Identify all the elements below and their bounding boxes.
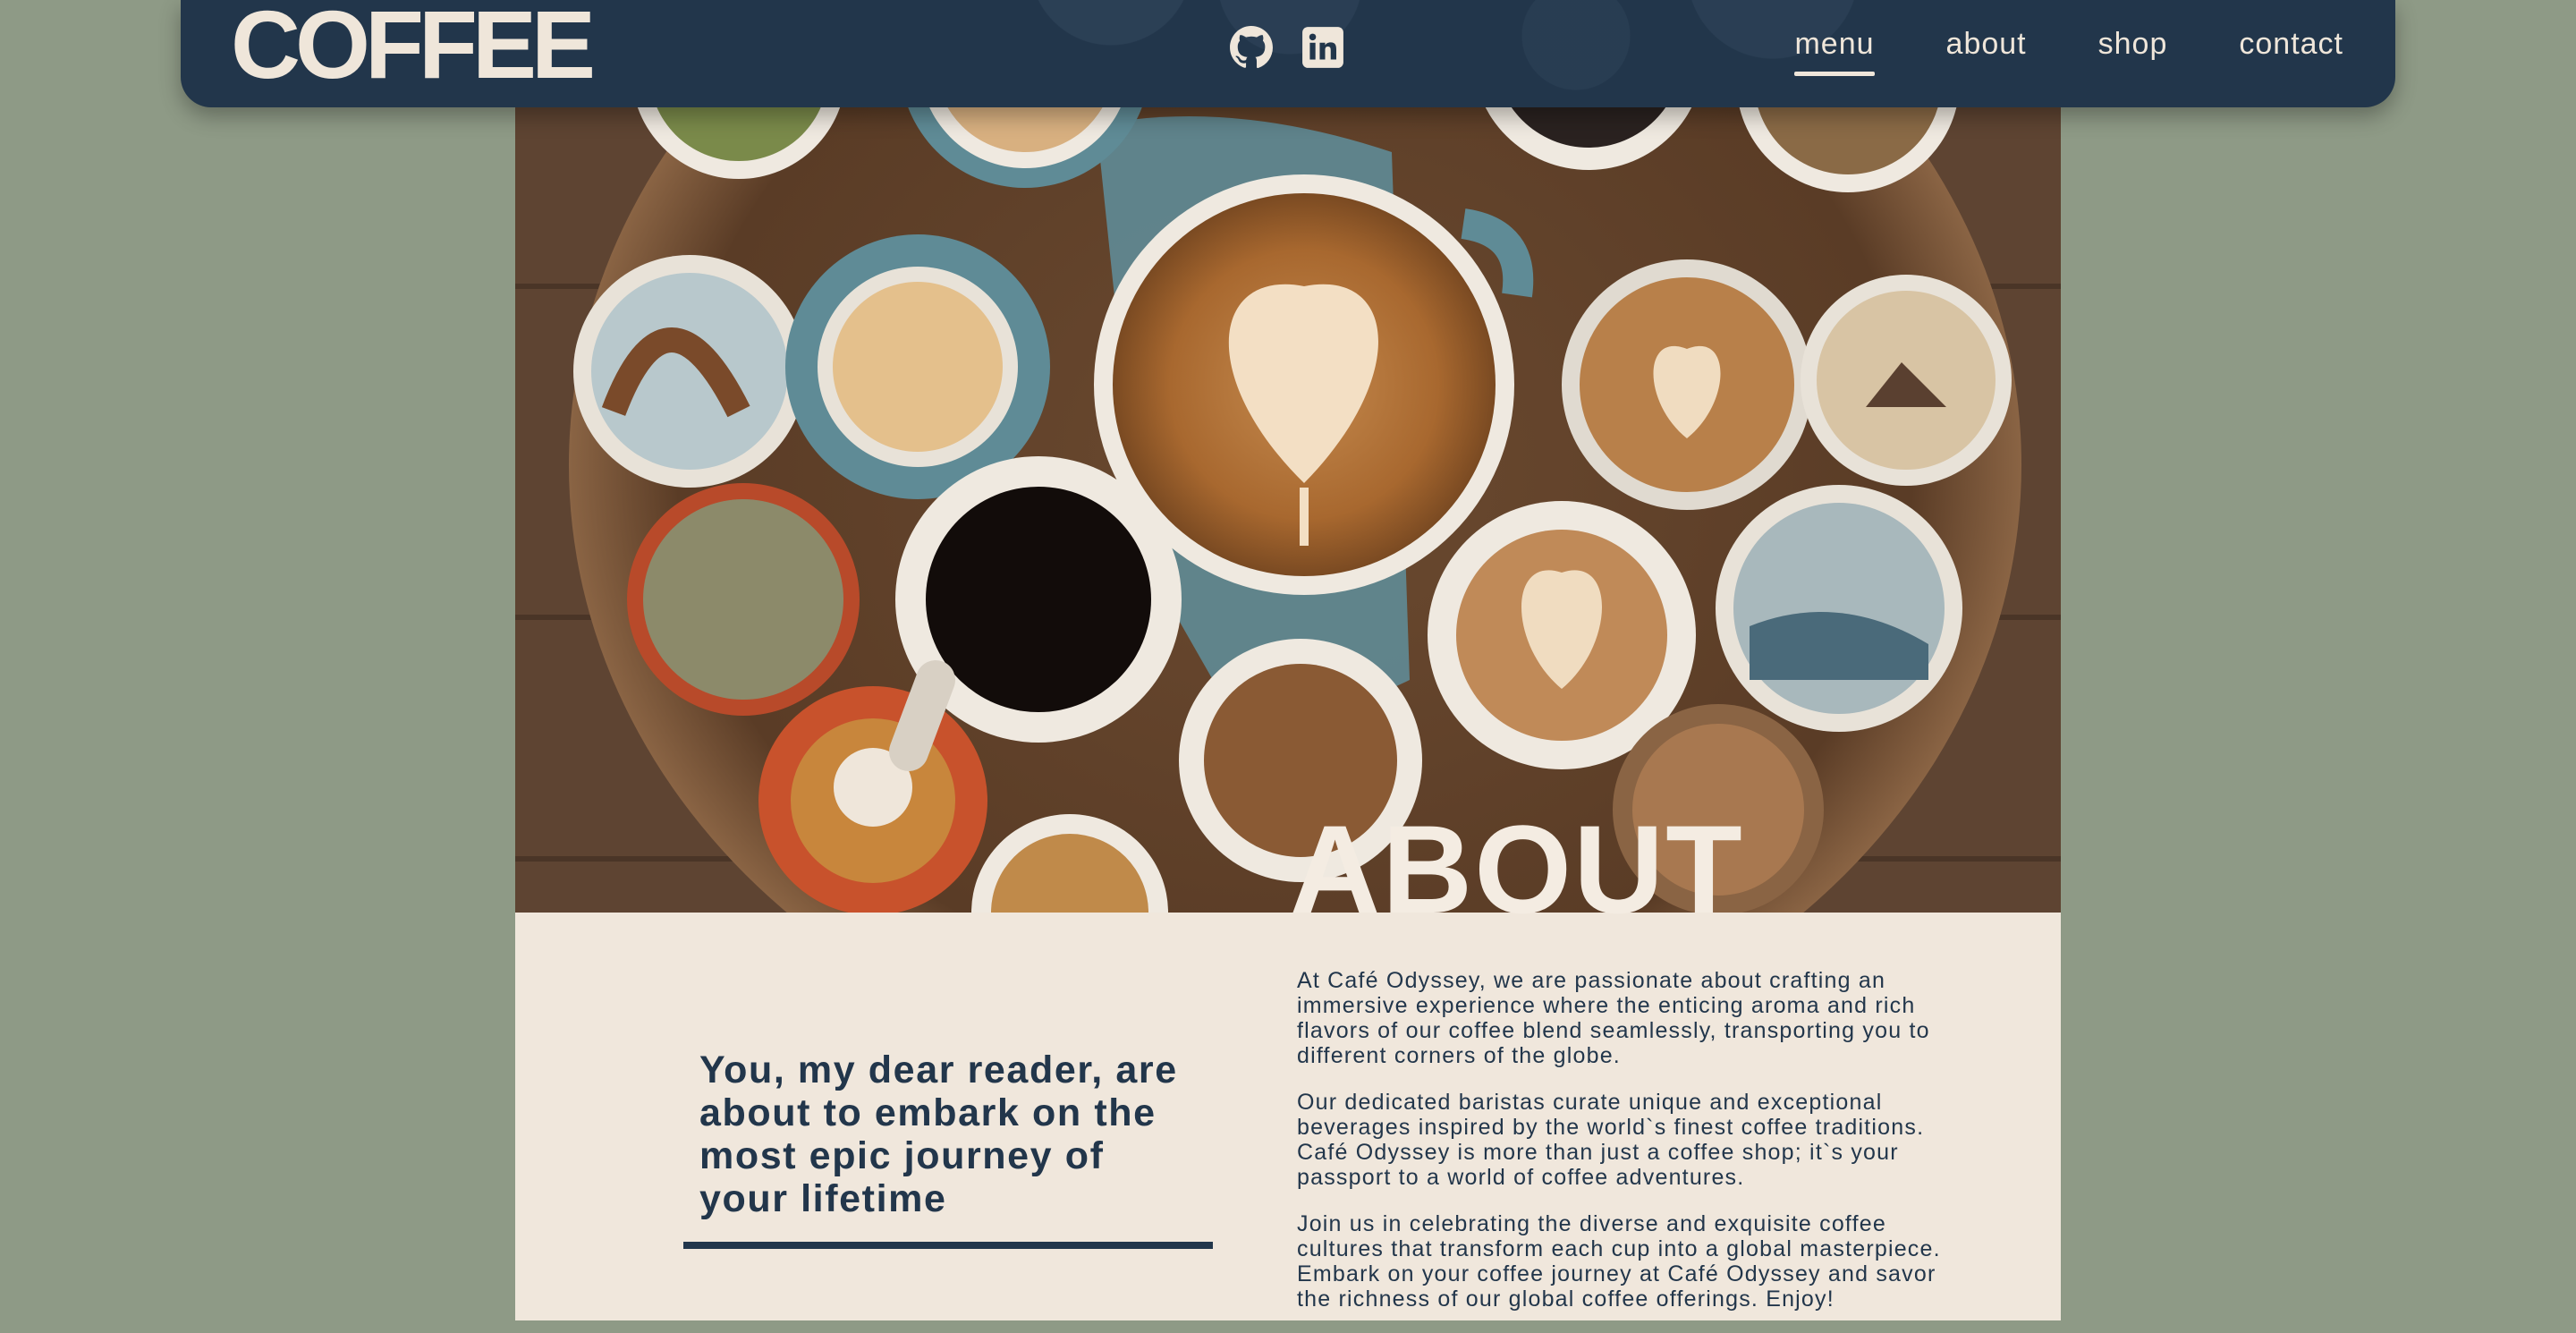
about-text: At Café Odyssey, we are passionate about… (1297, 968, 1959, 1333)
social-links (1229, 25, 1345, 70)
about-paragraph: At Café Odyssey, we are passionate about… (1297, 968, 1930, 1068)
nav-link-menu[interactable]: menu (1794, 27, 1875, 76)
tagline-divider (683, 1242, 1213, 1249)
about-paragraph: Our dedicated baristas curate unique and… (1297, 1090, 1925, 1190)
main-nav: menu about shop contact (1794, 27, 2343, 76)
hero-image (515, 0, 2061, 913)
brand-logo[interactable]: COFFEE (231, 0, 596, 93)
about-heading: ABOUT (1290, 799, 1744, 939)
about-tagline: You, my dear reader, are about to embark… (699, 1049, 1178, 1220)
nav-link-shop[interactable]: shop (2098, 27, 2168, 71)
about-section: You, my dear reader, are about to embark… (515, 913, 2061, 1320)
about-paragraph: Join us in celebrating the diverse and e… (1297, 1211, 1941, 1312)
site-header: COFFEE menu about shop contact (181, 0, 2395, 107)
nav-link-contact[interactable]: contact (2239, 27, 2343, 71)
linkedin-icon[interactable] (1301, 25, 1345, 70)
github-icon[interactable] (1229, 25, 1274, 70)
nav-link-about[interactable]: about (1946, 27, 2027, 71)
coffee-cups-illustration (515, 0, 2061, 913)
